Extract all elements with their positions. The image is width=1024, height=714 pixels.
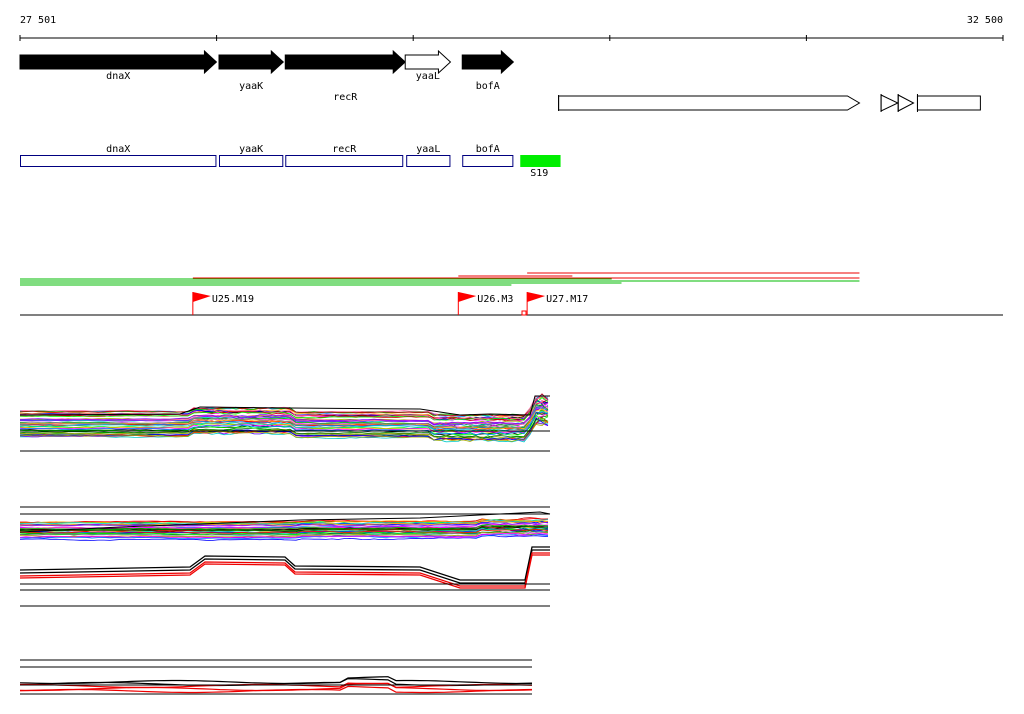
gene-label-recr: recR <box>333 92 358 103</box>
ruler-end-label: 32 500 <box>967 15 1003 26</box>
gene-label-bofa: bofA <box>476 81 500 92</box>
promoter-box[interactable] <box>520 155 561 167</box>
profile-panel <box>19 506 551 607</box>
profile-trace-highlight <box>19 549 550 584</box>
feature-arrow[interactable] <box>558 95 861 111</box>
profile-panel <box>19 393 550 452</box>
promoter-track: S19 <box>520 155 561 179</box>
gene-track: dnaX yaaK recR yaaL bofA <box>19 49 515 103</box>
feature-triangle[interactable] <box>880 94 899 112</box>
transcript-track <box>20 272 860 286</box>
promoter-label: S19 <box>530 168 548 179</box>
profile-trace-highlight <box>19 552 550 587</box>
flag-label: U27.M17 <box>546 294 588 305</box>
start-site-flag[interactable] <box>527 292 546 302</box>
annotation-box-bofa[interactable] <box>462 155 514 167</box>
ruler-start-label: 27 501 <box>20 15 56 26</box>
coordinate-ruler: 27 501 32 500 <box>19 15 1004 41</box>
gene-arrow-yaak[interactable] <box>218 49 285 75</box>
annotation-label-yaal: yaaL <box>416 144 440 155</box>
feature-box[interactable] <box>916 95 981 111</box>
gene-label-yaak: yaaK <box>239 81 263 92</box>
feature-triangle[interactable] <box>897 94 915 112</box>
annotation-track: dnaX yaaK recR yaaL bofA <box>20 144 514 167</box>
start-site-track: U25.M19 U26.M3 U27.M17 <box>20 292 1003 316</box>
annotation-box-yaal[interactable] <box>406 155 451 167</box>
annotation-label-bofa: bofA <box>476 144 500 155</box>
annotation-label-dnax: dnaX <box>106 144 130 155</box>
site-marker <box>521 310 527 316</box>
gene-label-dnax: dnaX <box>106 71 130 82</box>
gene-label-yaal: yaaL <box>416 71 440 82</box>
flag-label: U25.M19 <box>212 294 254 305</box>
profile-panel <box>19 659 533 695</box>
annotation-label-recr: recR <box>332 144 357 155</box>
genome-browser: 27 501 32 500 dnaX yaaK recR yaaL bofA dnaX y… <box>19 15 1004 695</box>
flag-label: U26.M3 <box>477 294 513 305</box>
gene-arrow-yaal[interactable] <box>404 49 452 75</box>
gene-arrow-recr[interactable] <box>284 49 406 75</box>
gene-arrow-bofa[interactable] <box>461 49 515 75</box>
annotation-label-yaak: yaaK <box>239 144 263 155</box>
start-site-flag[interactable] <box>458 292 477 302</box>
annotation-box-recr[interactable] <box>285 155 404 167</box>
start-site-flag[interactable] <box>192 292 211 302</box>
feature-track <box>558 94 981 112</box>
expression-profiles <box>19 393 551 695</box>
annotation-box-yaak[interactable] <box>218 155 284 167</box>
annotation-box-dnax[interactable] <box>20 155 217 167</box>
gene-arrow-dnax[interactable] <box>19 49 218 75</box>
